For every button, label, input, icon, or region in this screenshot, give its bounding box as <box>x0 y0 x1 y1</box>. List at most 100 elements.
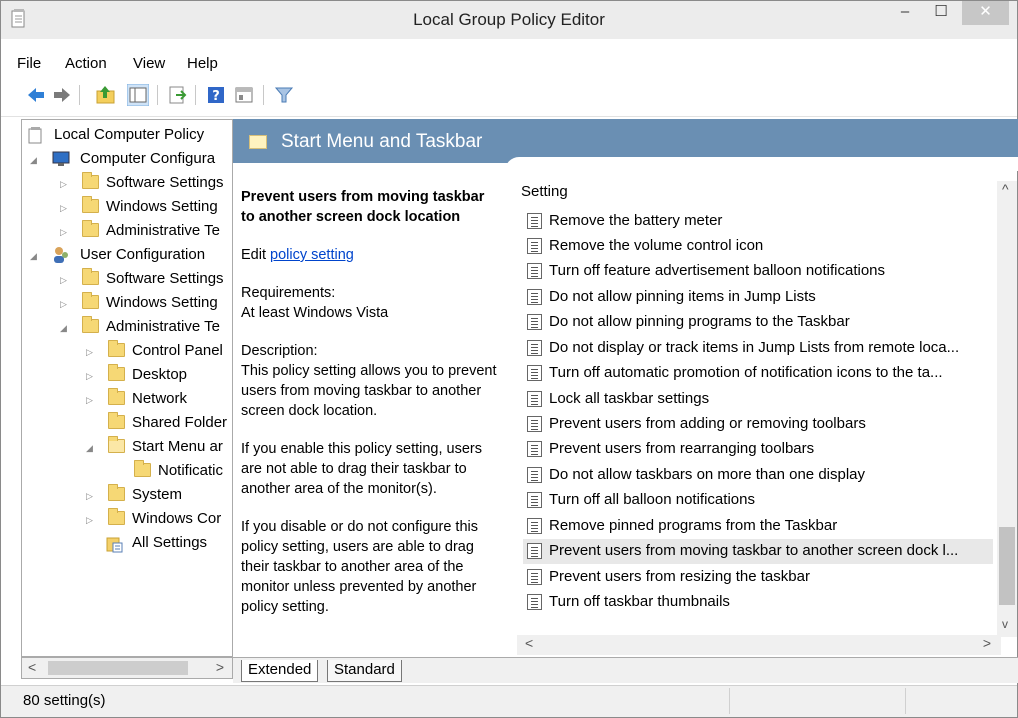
tree-label: Network <box>132 390 188 407</box>
column-header-setting[interactable]: Setting <box>521 183 568 200</box>
list-item[interactable]: Prevent users from rearranging toolbars <box>523 437 993 462</box>
tab-standard[interactable]: Standard <box>327 660 402 682</box>
description-enable: If you enable this policy setting, users… <box>241 441 482 497</box>
menu-file[interactable]: File <box>17 55 41 72</box>
toolbar-separator <box>157 85 158 105</box>
collapsed-arrow-icon[interactable]: ▷ <box>60 221 67 243</box>
maximize-button[interactable]: ☐ <box>927 1 955 25</box>
policy-description-panel: Prevent users from moving taskbar to ano… <box>233 175 505 657</box>
scroll-right-icon[interactable]: > <box>983 635 991 651</box>
list-item[interactable]: Do not allow pinning items in Jump Lists <box>523 285 993 310</box>
status-text: 80 setting(s) <box>23 692 106 709</box>
minimize-button[interactable]: – <box>891 1 919 25</box>
tree-label: Administrative Te <box>106 318 220 335</box>
tree-label: Shared Folder <box>132 414 228 431</box>
menu-help[interactable]: Help <box>187 55 218 72</box>
expanded-arrow-icon[interactable]: ◢ <box>86 437 93 459</box>
policy-setting-icon <box>527 569 542 585</box>
properties-icon[interactable] <box>233 84 255 106</box>
list-item[interactable]: Remove the battery meter <box>523 209 993 234</box>
title-bar[interactable]: Local Group Policy Editor – ☐ ✕ <box>1 1 1017 39</box>
list-item[interactable]: Lock all taskbar settings <box>523 387 993 412</box>
scroll-left-icon[interactable]: < <box>28 659 36 675</box>
policy-setting-icon <box>527 594 542 610</box>
policy-setting-icon <box>527 238 542 254</box>
list-item[interactable]: Do not allow taskbars on more than one d… <box>523 463 993 488</box>
expanded-arrow-icon[interactable]: ◢ <box>60 317 67 339</box>
collapsed-arrow-icon[interactable]: ▷ <box>86 485 93 507</box>
list-item-label: Remove the battery meter <box>549 212 723 229</box>
folder-icon <box>108 388 125 405</box>
list-item[interactable]: Turn off automatic promotion of notifica… <box>523 361 993 386</box>
list-item[interactable]: Turn off feature advertisement balloon n… <box>523 259 993 284</box>
list-item-label: Lock all taskbar settings <box>549 390 710 407</box>
forward-icon[interactable] <box>51 84 73 106</box>
computer-icon <box>52 151 70 166</box>
list-item[interactable]: Turn off taskbar thumbnails <box>523 590 993 615</box>
collapsed-arrow-icon[interactable]: ▷ <box>60 197 67 219</box>
collapsed-arrow-icon[interactable]: ▷ <box>86 509 93 531</box>
expanded-arrow-icon[interactable]: ◢ <box>30 245 37 267</box>
collapsed-arrow-icon[interactable]: ▷ <box>86 365 93 387</box>
folder-icon <box>82 220 99 237</box>
tree-horizontal-scrollbar[interactable]: < > <box>21 657 233 679</box>
scroll-down-icon[interactable]: v <box>1002 617 1008 631</box>
export-list-icon[interactable] <box>167 84 189 106</box>
tree-label: Control Panel <box>132 342 223 359</box>
close-button[interactable]: ✕ <box>962 1 1009 25</box>
list-item[interactable]: Prevent users from adding or removing to… <box>523 412 993 437</box>
tree-label: Software Settings <box>106 174 224 191</box>
header-tab-curve <box>505 157 1018 171</box>
edit-policy-link[interactable]: policy setting <box>270 247 354 263</box>
menu-view[interactable]: View <box>133 55 165 72</box>
list-horizontal-scrollbar[interactable]: < > <box>517 635 1001 655</box>
show-hide-tree-icon[interactable] <box>127 84 149 106</box>
scroll-right-icon[interactable]: > <box>216 659 224 675</box>
folder-icon <box>108 340 125 357</box>
list-item[interactable]: Turn off all balloon notifications <box>523 488 993 513</box>
toolbar: ? <box>1 77 1017 117</box>
list-item-label: Do not allow taskbars on more than one d… <box>549 466 866 483</box>
folder-icon <box>82 292 99 309</box>
tree-label: Administrative Te <box>106 222 220 239</box>
back-icon[interactable] <box>25 84 47 106</box>
collapsed-arrow-icon[interactable]: ▷ <box>86 389 93 411</box>
collapsed-arrow-icon[interactable]: ▷ <box>86 341 93 363</box>
expanded-arrow-icon[interactable]: ◢ <box>30 149 37 171</box>
folder-icon <box>82 196 99 213</box>
collapsed-arrow-icon[interactable]: ▷ <box>60 173 67 195</box>
policy-setting-icon <box>527 213 542 229</box>
view-tabs: Extended Standard <box>233 657 1018 683</box>
policy-setting-icon <box>527 365 542 381</box>
folder-icon <box>108 364 125 381</box>
scroll-up-icon[interactable]: ^ <box>1002 181 1009 197</box>
list-vertical-scrollbar[interactable]: ^ v <box>997 181 1017 637</box>
details-pane: Start Menu and Taskbar Prevent users fro… <box>233 119 1018 657</box>
list-item[interactable]: Remove pinned programs from the Taskbar <box>523 514 993 539</box>
policy-setting-icon <box>527 416 542 432</box>
up-folder-icon[interactable] <box>95 84 117 106</box>
list-item-label: Prevent users from moving taskbar to ano… <box>549 542 959 559</box>
policy-setting-icon <box>527 543 542 559</box>
list-item[interactable]: Prevent users from resizing the taskbar <box>523 565 993 590</box>
list-item-label: Remove the volume control icon <box>549 237 764 254</box>
settings-list[interactable]: Setting Remove the battery meter Remove … <box>517 179 997 653</box>
menu-action[interactable]: Action <box>65 55 107 72</box>
list-item[interactable]: Do not allow pinning programs to the Tas… <box>523 310 993 335</box>
list-item-label: Turn off automatic promotion of notifica… <box>549 364 943 381</box>
tree-label: Start Menu ar <box>132 438 223 455</box>
help-icon[interactable]: ? <box>205 84 227 106</box>
collapsed-arrow-icon[interactable]: ▷ <box>60 293 67 315</box>
list-item[interactable]: Do not display or track items in Jump Li… <box>523 336 993 361</box>
list-item-selected[interactable]: Prevent users from moving taskbar to ano… <box>523 539 993 564</box>
navigation-tree[interactable]: Local Computer Policy ◢ Computer Configu… <box>21 119 233 657</box>
list-item[interactable]: Remove the volume control icon <box>523 234 993 259</box>
policy-setting-icon <box>527 340 542 356</box>
folder-open-icon <box>108 436 125 453</box>
scroll-thumb[interactable] <box>999 527 1015 605</box>
filter-icon[interactable] <box>273 84 295 106</box>
collapsed-arrow-icon[interactable]: ▷ <box>60 269 67 291</box>
scroll-thumb[interactable] <box>48 661 188 675</box>
scroll-left-icon[interactable]: < <box>525 635 533 651</box>
tab-extended[interactable]: Extended <box>241 660 319 682</box>
